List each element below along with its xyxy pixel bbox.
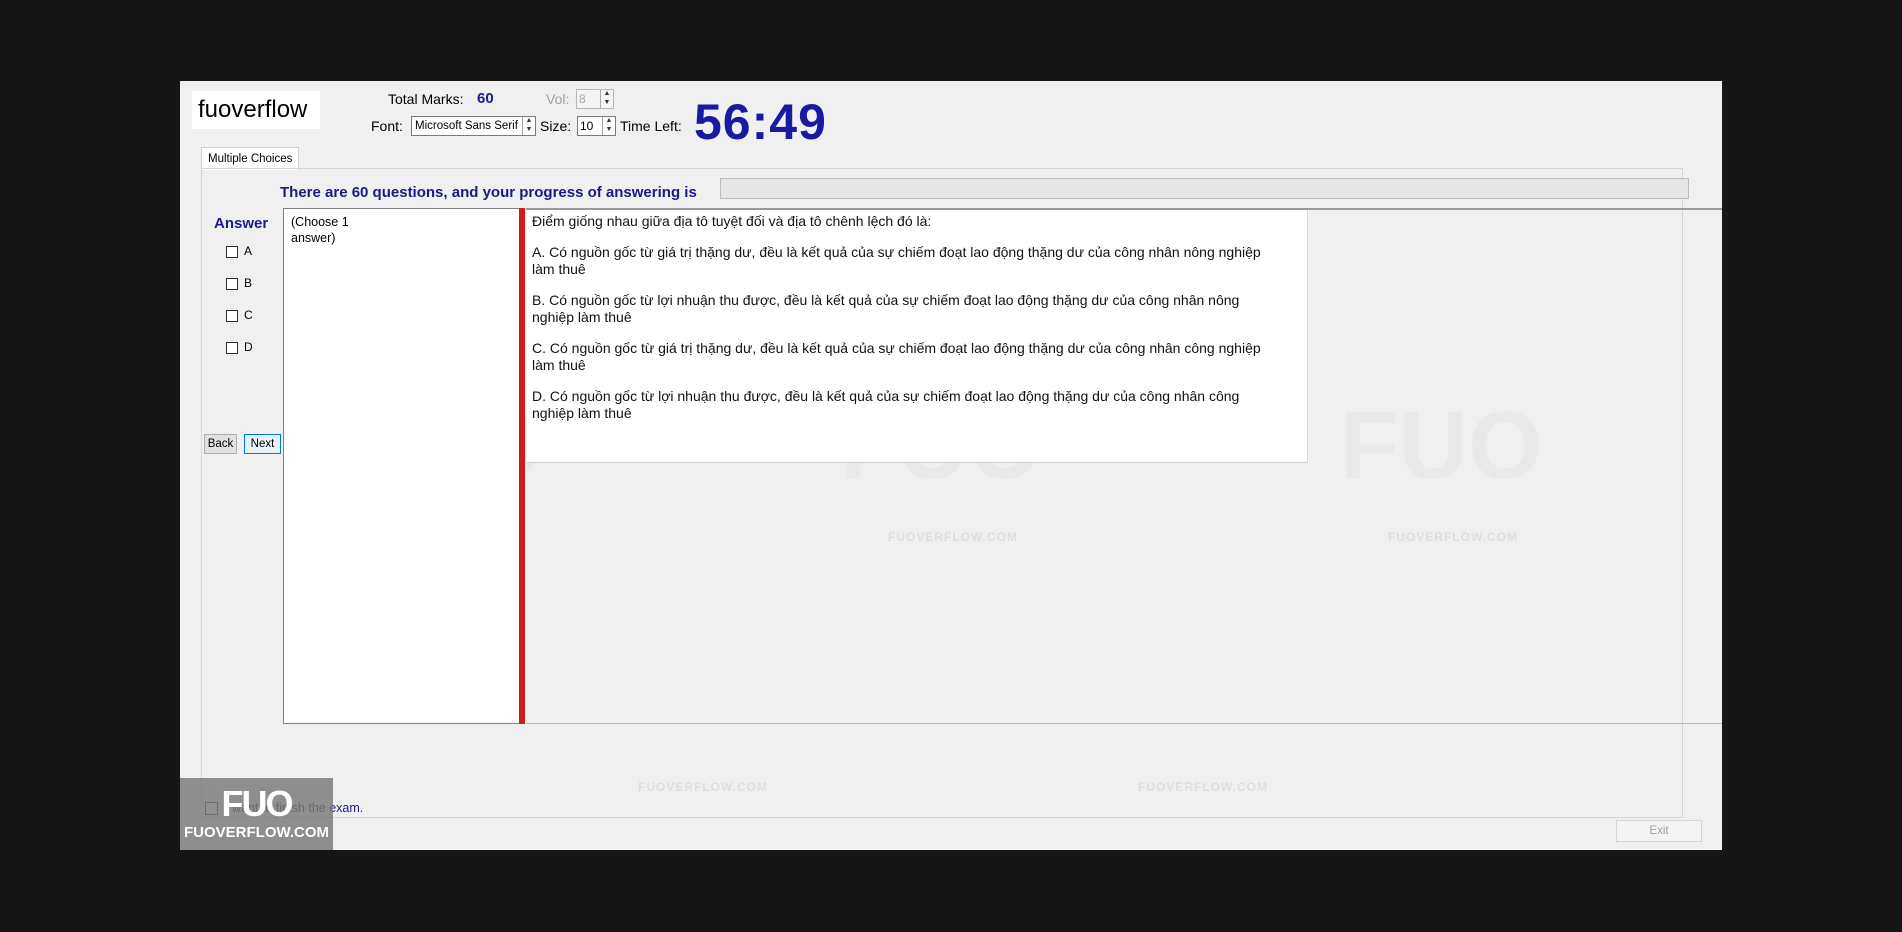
spinner-arrows-icon[interactable]: ▲ ▼ xyxy=(602,117,615,135)
volume-value: 8 xyxy=(579,92,586,106)
answer-option-label: C xyxy=(244,308,253,322)
progress-text: There are 60 questions, and your progres… xyxy=(280,184,697,201)
logo-text: FUOVERFLOW.COM xyxy=(184,824,329,841)
answer-option-c[interactable]: C xyxy=(226,308,253,322)
answer-option-a[interactable]: A xyxy=(226,244,252,258)
checkbox-icon[interactable] xyxy=(226,277,238,290)
progress-bar xyxy=(720,178,1689,199)
question-option-a: A. Có nguồn gốc từ giá trị thặng dư, đều… xyxy=(532,244,1261,277)
volume-label: Vol: xyxy=(546,91,570,107)
size-label: Size: xyxy=(540,118,572,134)
total-marks-label: Total Marks: xyxy=(388,91,464,107)
answer-option-label: B xyxy=(244,276,253,290)
checkbox-icon[interactable] xyxy=(226,309,238,322)
size-spinner[interactable]: 10 ▲ ▼ xyxy=(577,116,616,136)
choose-hint-box: (Choose 1 answer) xyxy=(283,208,520,724)
answer-option-b[interactable]: B xyxy=(226,276,252,290)
font-select-value: Microsoft Sans Serif xyxy=(415,120,518,132)
spinner-arrows-icon[interactable]: ▲ ▼ xyxy=(600,90,613,108)
logo-mark: FUO xyxy=(221,783,294,824)
question-option-b: B. Có nguồn gốc từ lợi nhuận thu được, đ… xyxy=(532,292,1240,325)
question-option-d: D. Có nguồn gốc từ lợi nhuận thu được, đ… xyxy=(532,388,1240,421)
spinner-arrows-icon[interactable]: ▲ ▼ xyxy=(522,117,535,135)
fuo-logo-overlay: FUO FUOVERFLOW.COM xyxy=(180,778,333,850)
next-button[interactable]: Next xyxy=(244,434,281,454)
answer-title: Answer xyxy=(214,215,269,232)
answer-option-label: A xyxy=(244,244,253,258)
question-option-c: C. Có nguồn gốc từ giá trị thặng dư, đều… xyxy=(532,340,1261,373)
size-value: 10 xyxy=(580,119,594,133)
font-select[interactable]: Microsoft Sans Serif ▲ ▼ xyxy=(411,116,536,136)
back-button[interactable]: Back xyxy=(204,434,237,454)
question-box: Điểm giống nhau giữa địa tô tuyệt đối và… xyxy=(527,210,1308,463)
checkbox-icon[interactable] xyxy=(226,341,238,354)
volume-spinner[interactable]: 8 ▲ ▼ xyxy=(576,89,614,109)
total-marks-value: 60 xyxy=(477,90,494,107)
exit-button[interactable]: Exit xyxy=(1616,820,1702,842)
brand-logo: fuoverflow xyxy=(192,91,320,129)
choose-hint-text: (Choose 1 answer) xyxy=(291,215,349,245)
time-left-label: Time Left: xyxy=(620,118,682,134)
checkbox-icon[interactable] xyxy=(226,245,238,258)
countdown-timer: 56:49 xyxy=(694,94,827,150)
font-label: Font: xyxy=(371,118,403,134)
splitter-bar[interactable] xyxy=(519,208,525,724)
answer-option-d[interactable]: D xyxy=(226,340,253,354)
question-stem: Điểm giống nhau giữa địa tô tuyệt đối và… xyxy=(532,213,932,229)
answer-option-label: D xyxy=(244,340,253,354)
exam-window: FUO FUO FUO FUOVERFLOW.COM FUOVERFLOW.CO… xyxy=(180,81,1722,850)
tab-multiple-choices[interactable]: Multiple Choices xyxy=(201,147,300,170)
